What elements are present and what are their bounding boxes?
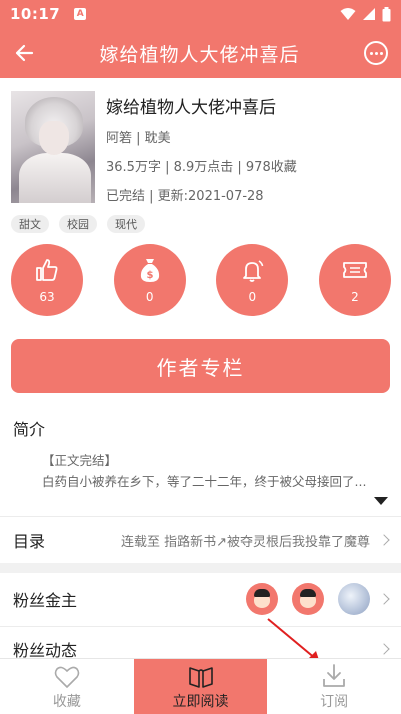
fans-gold-row[interactable]: 粉丝金主: [0, 573, 401, 625]
book-details: 嫁给植物人大佬冲喜后 阿箬 | 耽美 36.5万字 | 8.9万点击 | 978…: [106, 91, 391, 205]
intro-heading: 简介: [13, 420, 46, 439]
book-stats-line: 36.5万字 | 8.9万点击 | 978收藏: [106, 160, 297, 175]
app-header: 嫁给植物人大佬冲喜后: [0, 28, 401, 78]
bell-icon: [239, 256, 265, 284]
chevron-right-icon: [378, 643, 390, 655]
ticket-icon: [342, 256, 368, 284]
author-column-button[interactable]: 作者专栏: [11, 339, 390, 393]
page-title: 嫁给植物人大佬冲喜后: [99, 43, 300, 66]
tag-chip[interactable]: 校园: [59, 215, 97, 233]
avatar[interactable]: [338, 583, 370, 615]
catalog-label: 目录: [13, 532, 46, 551]
reward-button[interactable]: $ 0: [113, 244, 186, 316]
chevron-right-icon: [378, 534, 390, 546]
catalog-latest-chapter: 连载至 指路新书↗被夺灵根后我投靠了魔尊: [120, 534, 370, 550]
signal-icon: [363, 8, 375, 20]
intro-line-1: 【正文完结】: [42, 453, 118, 468]
subscribe-button[interactable]: 订阅: [267, 659, 401, 714]
ticket-button[interactable]: 2: [318, 244, 391, 316]
remind-count: 0: [248, 290, 257, 304]
book-status-line: 已完结 | 更新:2021-07-28: [106, 189, 264, 204]
fans-gold-label: 粉丝金主: [13, 591, 78, 610]
fan-avatars: [246, 583, 370, 615]
money-bag-icon: $: [138, 256, 162, 284]
thumbs-up-icon: [35, 256, 59, 284]
heart-icon: [54, 663, 80, 689]
more-options-button[interactable]: [351, 28, 401, 78]
expand-icon[interactable]: [374, 497, 388, 505]
tag-list: 甜文 校园 现代: [11, 215, 145, 233]
chevron-right-icon: [378, 593, 390, 605]
book-info: 嫁给植物人大佬冲喜后 阿箬 | 耽美 36.5万字 | 8.9万点击 | 978…: [11, 91, 391, 205]
catalog-row[interactable]: 目录 连载至 指路新书↗被夺灵根后我投靠了魔尊: [0, 517, 401, 563]
notification-icon: A: [74, 8, 87, 20]
avatar[interactable]: [246, 583, 278, 615]
book-author-category: 阿箬 | 耽美: [106, 131, 171, 146]
book-cover[interactable]: [11, 91, 95, 203]
battery-icon: [382, 6, 391, 21]
book-icon: [187, 663, 215, 689]
status-bar: 10:17 A: [0, 0, 401, 28]
read-now-button[interactable]: 立即阅读: [133, 659, 268, 714]
read-now-label: 立即阅读: [172, 693, 229, 710]
like-button[interactable]: 63: [11, 244, 83, 316]
reward-count: 0: [145, 290, 154, 304]
back-button[interactable]: [0, 28, 48, 78]
book-title: 嫁给植物人大佬冲喜后: [106, 98, 276, 118]
svg-text:$: $: [146, 270, 153, 281]
intro-line-2: 白药自小被养在乡下，等了二十二年，终于被父母接回了...: [42, 474, 367, 489]
bottom-action-bar: 收藏 立即阅读 订阅: [0, 658, 401, 714]
ticket-count: 2: [351, 290, 359, 304]
stats-row: 63 $ 0 0 2: [11, 244, 391, 316]
status-icons: [340, 6, 391, 22]
status-time: 10:17: [10, 5, 61, 23]
tag-chip[interactable]: 甜文: [11, 215, 49, 233]
favorite-button[interactable]: 收藏: [0, 659, 134, 714]
more-icon: [364, 41, 388, 65]
wifi-icon: [340, 8, 356, 20]
subscribe-label: 订阅: [320, 693, 349, 710]
avatar[interactable]: [292, 583, 324, 615]
like-count: 63: [39, 290, 55, 304]
download-icon: [321, 663, 347, 689]
tag-chip[interactable]: 现代: [107, 215, 145, 233]
arrow-left-icon: [15, 44, 34, 62]
remind-button[interactable]: 0: [216, 244, 289, 316]
section-divider: [0, 563, 401, 573]
favorite-label: 收藏: [52, 693, 81, 710]
